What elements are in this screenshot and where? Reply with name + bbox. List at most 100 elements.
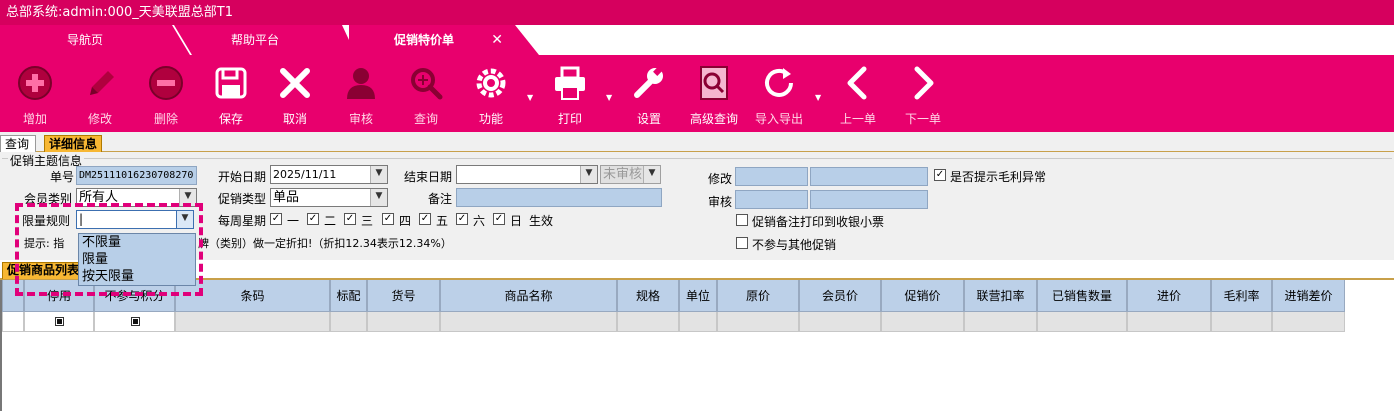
print-dropdown-icon[interactable]: ▼	[606, 93, 614, 102]
save-button[interactable]: 保存	[201, 55, 261, 132]
table-cell[interactable]	[717, 312, 799, 332]
column-header[interactable]: 已销售数量	[1037, 280, 1127, 312]
table-cell[interactable]	[1127, 312, 1211, 332]
tab-details[interactable]: 详细信息	[44, 135, 102, 152]
weekday-mon-label: 一	[287, 214, 300, 228]
tab-help-label: 帮助平台	[230, 33, 279, 47]
column-header[interactable]: 货号	[367, 280, 440, 312]
margin-alert-checkbox[interactable]: ✓	[934, 169, 946, 181]
column-header[interactable]: 进销差价	[1272, 280, 1345, 312]
promo-type-select[interactable]: 单品 ▼	[270, 188, 388, 207]
row-header[interactable]	[2, 312, 24, 332]
column-header[interactable]: 会员价	[799, 280, 881, 312]
function-dropdown-icon[interactable]: ▼	[527, 93, 535, 102]
audit-user-field[interactable]	[735, 190, 808, 209]
table-cell[interactable]	[617, 312, 679, 332]
chevron-down-icon[interactable]: ▼	[643, 166, 660, 183]
order-no-field[interactable]: DM25111016230708270	[76, 166, 197, 185]
table-cell[interactable]	[964, 312, 1037, 332]
next-order-button[interactable]: 下一单	[893, 55, 953, 132]
delete-button[interactable]: 删除	[136, 55, 196, 132]
chevron-down-icon[interactable]: ▼	[370, 189, 387, 206]
no-other-promo-label: 不参与其他促销	[752, 238, 837, 252]
start-date-value: 2025/11/11	[273, 168, 337, 181]
weekday-wed-label: 三	[361, 214, 374, 228]
advanced-search-icon	[700, 66, 728, 100]
print-remark-checkbox[interactable]	[736, 214, 748, 226]
audit-time-field[interactable]	[810, 190, 928, 209]
advanced-search-button[interactable]: 高级查询	[684, 55, 744, 132]
table-cell[interactable]	[440, 312, 617, 332]
audit-button[interactable]: 审核	[331, 55, 391, 132]
column-header[interactable]: 单位	[679, 280, 717, 312]
search-icon	[411, 68, 443, 100]
column-header[interactable]: 促销价	[881, 280, 964, 312]
hint-text: 牌（类别）做一定折扣!（折扣12.34表示12.34%）	[198, 237, 452, 250]
checkbox-icon[interactable]	[130, 317, 140, 326]
start-date-field[interactable]: 2025/11/11 ▼	[270, 165, 388, 184]
no-other-promo-checkbox[interactable]	[736, 237, 748, 249]
tab-help[interactable]: 帮助平台	[174, 25, 356, 55]
window-title: 总部系统:admin:000_天美联盟总部T1	[0, 0, 1394, 25]
import-export-dropdown-icon[interactable]: ▼	[815, 93, 823, 102]
column-header[interactable]: 毛利率	[1211, 280, 1272, 312]
disable-cell[interactable]	[24, 312, 94, 332]
table-cell[interactable]	[679, 312, 717, 332]
table-cell[interactable]	[1211, 312, 1272, 332]
weekday-checkbox-sat[interactable]: ✓	[456, 213, 468, 225]
table-cell[interactable]	[881, 312, 964, 332]
product-grid: 停用 不参与积分 条码 标配 货号 商品名称 规格 单位 原价 会员价 促销价 …	[0, 280, 1394, 411]
function-button[interactable]: 功能	[461, 55, 521, 132]
column-header[interactable]: 规格	[617, 280, 679, 312]
weekday-checkbox-thu[interactable]: ✓	[382, 213, 394, 225]
tab-query[interactable]: 查询	[0, 135, 36, 152]
refresh-icon	[765, 68, 793, 97]
table-cell[interactable]	[1272, 312, 1345, 332]
import-export-button[interactable]: 导入导出	[749, 55, 809, 132]
table-cell[interactable]	[1037, 312, 1127, 332]
add-button[interactable]: 增加	[5, 55, 65, 132]
no-points-cell[interactable]	[94, 312, 175, 332]
start-date-label: 开始日期	[218, 170, 267, 184]
modify-user-field[interactable]	[735, 167, 808, 186]
column-header[interactable]: 标配	[330, 280, 367, 312]
status-select[interactable]: 未审核 ▼	[600, 165, 661, 184]
chevron-down-icon[interactable]: ▼	[580, 166, 597, 183]
order-no-label: 单号	[50, 170, 75, 184]
table-cell[interactable]	[330, 312, 367, 332]
remark-field[interactable]	[456, 188, 662, 207]
save-icon	[215, 67, 247, 99]
settings-label: 设置	[636, 112, 661, 126]
weekday-checkbox-mon[interactable]: ✓	[270, 213, 282, 225]
add-label: 增加	[22, 112, 47, 126]
prev-order-button[interactable]: 上一单	[828, 55, 888, 132]
cancel-button[interactable]: 取消	[265, 55, 325, 132]
modify-button[interactable]: 修改	[70, 55, 130, 132]
table-cell[interactable]	[799, 312, 881, 332]
table-cell[interactable]	[367, 312, 440, 332]
print-button[interactable]: 打印	[540, 55, 600, 132]
weekday-checkbox-sun[interactable]: ✓	[493, 213, 505, 225]
audit-label: 审核	[348, 112, 373, 126]
weekday-checkbox-tue[interactable]: ✓	[307, 213, 319, 225]
checkbox-icon[interactable]	[55, 317, 64, 326]
column-header[interactable]: 原价	[717, 280, 799, 312]
column-header[interactable]: 进价	[1127, 280, 1211, 312]
barcode-cell[interactable]	[175, 312, 330, 332]
chevron-down-icon[interactable]: ▼	[370, 166, 387, 183]
column-header[interactable]: 商品名称	[440, 280, 617, 312]
delete-label: 删除	[153, 112, 178, 126]
tab-promotion[interactable]: 促销特价单 ✕	[349, 25, 539, 55]
function-label: 功能	[478, 112, 503, 126]
end-date-field[interactable]: / / ▼	[456, 165, 598, 184]
query-button[interactable]: 查询	[396, 55, 456, 132]
close-icon[interactable]: ✕	[491, 25, 503, 55]
modify-time-field[interactable]	[810, 167, 928, 186]
tab-home[interactable]: 导航页	[0, 25, 190, 55]
column-header[interactable]: 联营扣率	[964, 280, 1037, 312]
tab-home-label: 导航页	[66, 33, 103, 47]
weekday-sun-label: 日	[510, 214, 523, 228]
settings-button[interactable]: 设置	[619, 55, 679, 132]
weekday-checkbox-wed[interactable]: ✓	[344, 213, 356, 225]
weekday-checkbox-fri[interactable]: ✓	[419, 213, 431, 225]
